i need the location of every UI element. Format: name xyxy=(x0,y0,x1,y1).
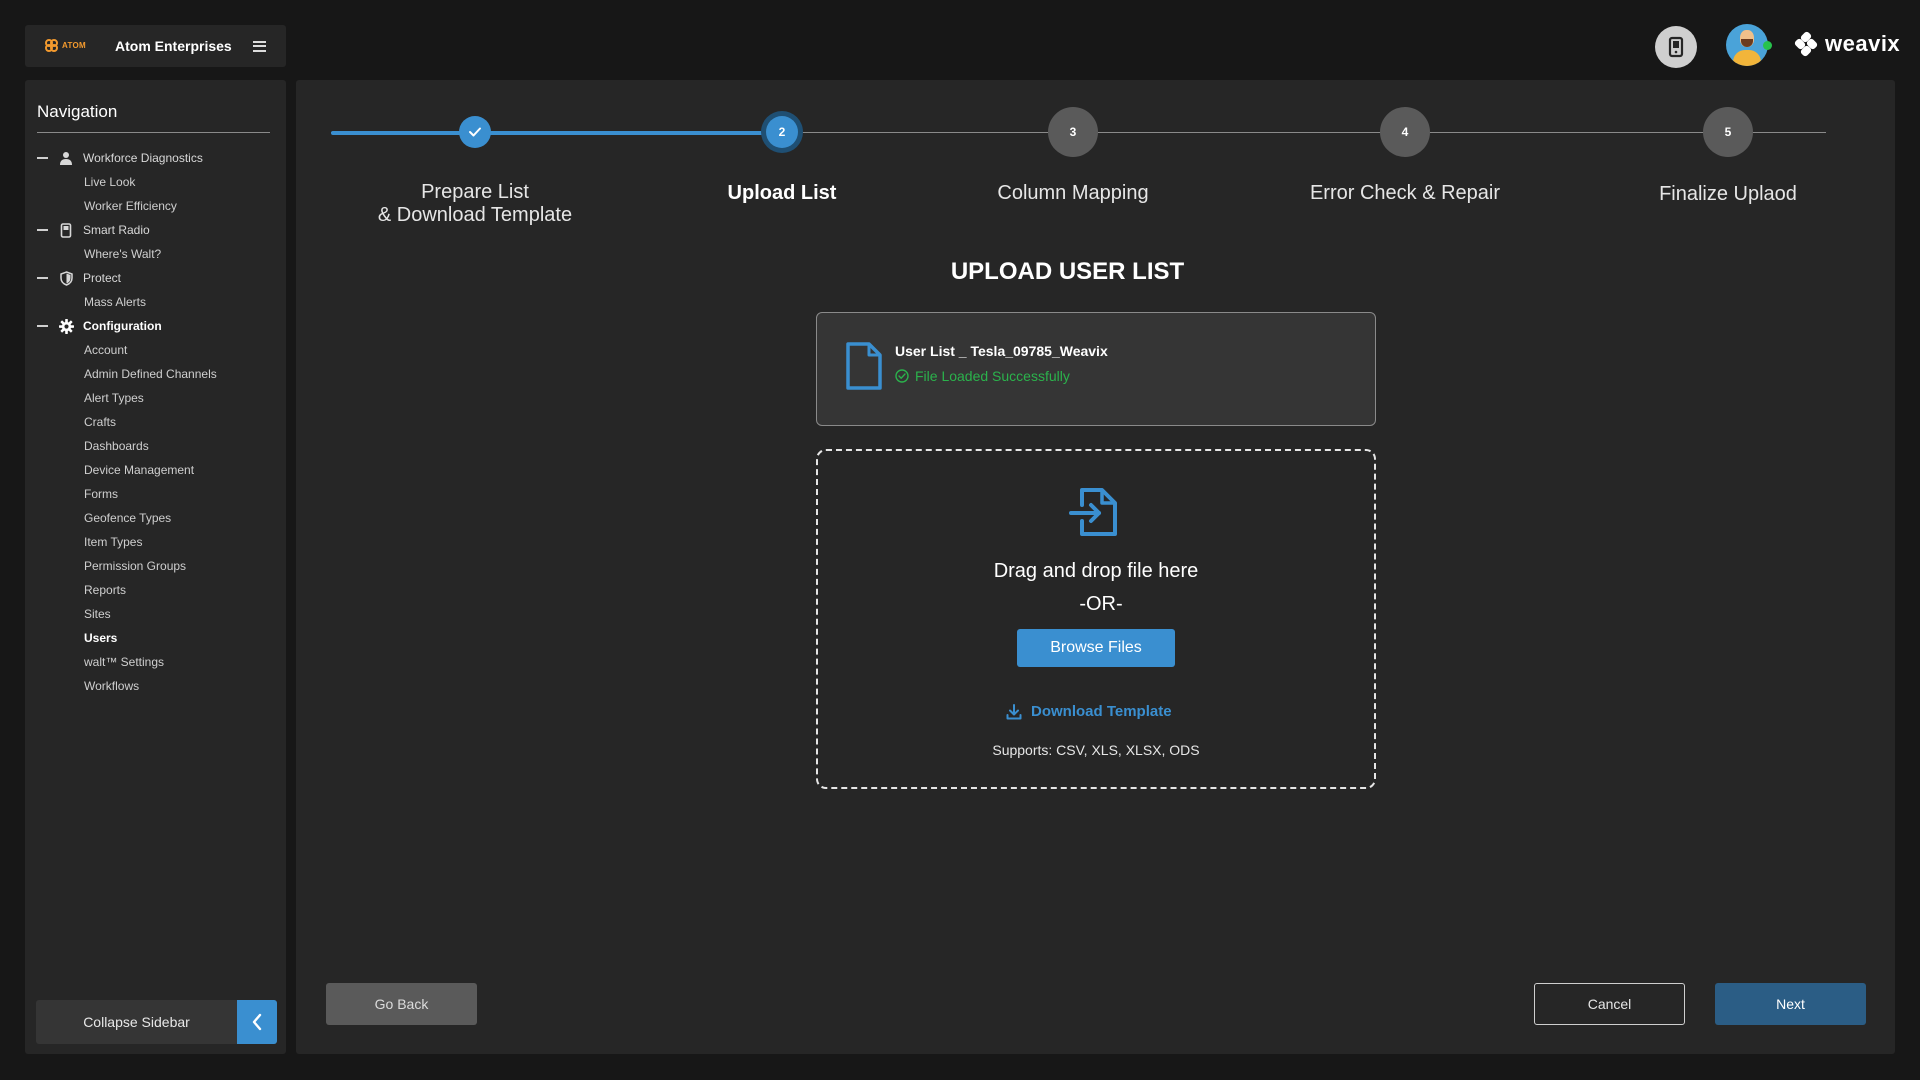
check-circle-icon xyxy=(895,369,909,383)
step-3-label: Column Mapping xyxy=(997,182,1149,204)
nav-group-label: Workforce Diagnostics xyxy=(83,151,203,165)
upload-title-text: UPLOAD USER LIST xyxy=(950,258,1185,285)
nav-group-protect[interactable]: Protect xyxy=(37,266,277,290)
step-2-circle: 2 xyxy=(766,116,798,148)
step-1-label-line1: Prepare List xyxy=(421,181,529,203)
menu-icon[interactable] xyxy=(253,40,266,52)
check-icon xyxy=(469,127,481,137)
sidebar-item-item-types[interactable]: Item Types xyxy=(37,530,277,554)
gear-icon xyxy=(58,318,74,334)
collapse-dash-icon[interactable] xyxy=(37,277,48,279)
step-5-circle: 5 xyxy=(1703,107,1753,157)
step-1-label-line2: & Download Template xyxy=(377,204,573,226)
sidebar-item-admin-defined-channels[interactable]: Admin Defined Channels xyxy=(37,362,277,386)
company-name: Atom Enterprises xyxy=(115,38,232,54)
sidebar-item-geofence-types[interactable]: Geofence Types xyxy=(37,506,277,530)
step-4-label: Error Check & Repair xyxy=(1309,182,1501,204)
uploaded-file-card: User List _ Tesla_09785_Weavix File Load… xyxy=(816,312,1376,426)
or-separator: -OR- xyxy=(1079,593,1123,615)
sidebar-item-users[interactable]: Users xyxy=(37,626,277,650)
sidebar-item-crafts[interactable]: Crafts xyxy=(37,410,277,434)
step-5-label: Finalize Uplaod xyxy=(1659,183,1797,205)
avatar[interactable] xyxy=(1726,24,1768,66)
file-status: File Loaded Successfully xyxy=(895,368,1070,384)
nav-group-label: Smart Radio xyxy=(83,223,150,237)
weavix-logo-text: weavix xyxy=(1825,31,1901,56)
sidebar-item-walt-settings[interactable]: walt™ Settings xyxy=(37,650,277,674)
collapse-dash-icon[interactable] xyxy=(37,325,48,327)
browse-files-button[interactable]: Browse Files xyxy=(1017,629,1175,667)
sidebar: Navigation Workforce Diagnostics Live Lo… xyxy=(25,80,286,1054)
collapse-dash-icon[interactable] xyxy=(37,157,48,159)
file-drop-zone[interactable]: Drag and drop file here -OR- Browse File… xyxy=(816,449,1376,789)
sidebar-item-forms[interactable]: Forms xyxy=(37,482,277,506)
brand-bar: ATOM Atom Enterprises xyxy=(25,25,286,67)
upload-title: UPLOAD USER LIST xyxy=(296,258,1895,286)
step-4-circle: 4 xyxy=(1380,107,1430,157)
nav-group-label: Configuration xyxy=(83,319,162,333)
cancel-button[interactable]: Cancel xyxy=(1534,983,1685,1025)
sidebar-item-alert-types[interactable]: Alert Types xyxy=(37,386,277,410)
collapse-dash-icon[interactable] xyxy=(37,229,48,231)
sidebar-item-sites[interactable]: Sites xyxy=(37,602,277,626)
nav-group-smart-radio[interactable]: Smart Radio xyxy=(37,218,277,242)
sidebar-item-wheres-walt[interactable]: Where's Walt? xyxy=(37,242,277,266)
person-icon xyxy=(58,150,74,166)
download-template-link[interactable]: Download Template xyxy=(1006,703,1172,720)
sidebar-item-live-look[interactable]: Live Look xyxy=(37,170,277,194)
sidebar-item-worker-efficiency[interactable]: Worker Efficiency xyxy=(37,194,277,218)
next-button[interactable]: Next xyxy=(1715,983,1866,1025)
nav-list: Workforce Diagnostics Live Look Worker E… xyxy=(37,146,277,698)
download-template-label: Download Template xyxy=(1031,703,1172,720)
sidebar-item-device-management[interactable]: Device Management xyxy=(37,458,277,482)
tablet-icon xyxy=(1668,36,1684,58)
file-status-text: File Loaded Successfully xyxy=(915,368,1070,384)
sidebar-item-dashboards[interactable]: Dashboards xyxy=(37,434,277,458)
collapse-sidebar-button[interactable]: Collapse Sidebar xyxy=(36,1000,277,1044)
step-2-label: Upload List xyxy=(727,182,837,204)
download-icon xyxy=(1006,703,1022,719)
supported-formats: Supports: CSV, XLS, XLSX, ODS xyxy=(992,742,1200,758)
radio-icon xyxy=(58,222,74,238)
collapse-sidebar-label: Collapse Sidebar xyxy=(83,1014,190,1030)
sidebar-item-workflows[interactable]: Workflows xyxy=(37,674,277,698)
step-1-circle xyxy=(459,116,491,148)
main-panel: 2 3 4 5 Prepare List & Download Template… xyxy=(296,80,1895,1054)
step-3-circle: 3 xyxy=(1048,107,1098,157)
step-1-label: Prepare List & Download Template xyxy=(345,181,605,227)
atom-logo: ATOM xyxy=(45,39,93,53)
weavix-logo-icon xyxy=(1794,31,1818,57)
atom-logo-text: ATOM xyxy=(62,41,87,50)
atom-logo-mark xyxy=(45,39,59,53)
sidebar-item-account[interactable]: Account xyxy=(37,338,277,362)
nav-title: Navigation xyxy=(37,102,270,133)
device-button[interactable] xyxy=(1655,26,1697,68)
sidebar-item-permission-groups[interactable]: Permission Groups xyxy=(37,554,277,578)
online-status-dot xyxy=(1763,41,1772,50)
drop-instructions: Drag and drop file here xyxy=(993,560,1199,582)
file-import-icon xyxy=(1069,488,1117,536)
sidebar-item-mass-alerts[interactable]: Mass Alerts xyxy=(37,290,277,314)
nav-group-workforce-diagnostics[interactable]: Workforce Diagnostics xyxy=(37,146,277,170)
file-icon xyxy=(846,342,882,390)
weavix-logo: weavix xyxy=(1793,31,1900,57)
go-back-button[interactable]: Go Back xyxy=(326,983,477,1025)
chevron-left-icon[interactable] xyxy=(237,1000,277,1044)
nav-group-label: Protect xyxy=(83,271,122,285)
progress-track-fill xyxy=(331,131,764,135)
nav-group-configuration[interactable]: Configuration xyxy=(37,314,277,338)
sidebar-item-reports[interactable]: Reports xyxy=(37,578,277,602)
shield-icon xyxy=(58,270,74,286)
file-name: User List _ Tesla_09785_Weavix xyxy=(895,343,1108,359)
